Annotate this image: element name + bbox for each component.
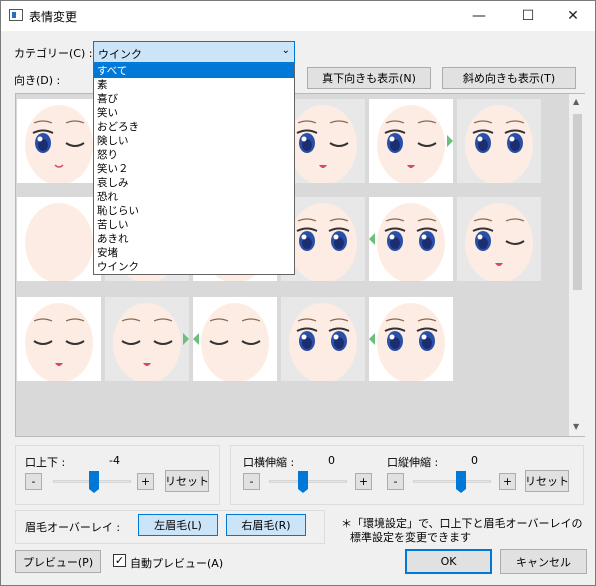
cancel-button[interactable]: キャンセル [500,549,587,574]
face-thumbnail[interactable] [457,99,541,183]
mouth-height-plus-button[interactable]: + [499,473,516,490]
dropdown-option[interactable]: あきれ [94,232,294,246]
face-thumbnail[interactable] [369,197,453,281]
left-brow-button[interactable]: 左眉毛(L) [138,514,218,536]
dropdown-option[interactable]: おどろき [94,120,294,134]
vertical-scrollbar[interactable]: ▲ ▼ [569,94,585,436]
category-selected-value: ウインク [98,48,142,61]
mouth-updown-value: -4 [109,454,120,467]
mouth-width-track [269,480,347,483]
show-down-button[interactable]: 真下向きも表示(N) [307,67,431,89]
mouth-height-reset-button[interactable]: リセット [525,470,569,492]
face-thumbnail[interactable] [17,297,101,381]
dropdown-option[interactable]: 笑い [94,106,294,120]
note-line-2: 標準設定を変更できます [350,531,471,544]
category-label: カテゴリー(C) : [14,47,93,60]
category-dropdown-list: すべて素喜び 笑い おどろき 険しい 怒り 笑い２ 哀しみ 恐れ 恥じらい 苦しい あきれ 安堵 ウイン… [93,63,295,275]
dropdown-option[interactable]: 苦しい [94,218,294,232]
face-thumbnail[interactable] [457,197,541,281]
mouth-updown-label: 口上下 : [25,456,66,469]
scroll-thumb[interactable] [573,114,582,290]
face-thumbnail[interactable] [369,99,453,183]
mouth-updown-minus-button[interactable]: - [25,473,42,490]
mouth-height-value: 0 [471,454,478,467]
app-icon [9,9,23,21]
brow-overlay-label: 眉毛オーバーレイ : [25,521,121,534]
close-icon[interactable]: ✕ [550,1,596,31]
show-diagonal-button[interactable]: 斜め向きも表示(T) [442,67,576,89]
auto-preview-checkbox[interactable]: ✓ [113,554,126,567]
auto-preview-label: 自動プレビュー(A) [130,557,224,570]
maximize-icon[interactable]: ☐ [505,1,551,31]
mouth-width-plus-button[interactable]: + [355,473,372,490]
mouth-height-slider[interactable] [456,471,466,493]
scroll-up-icon[interactable]: ▲ [573,97,579,106]
mouth-updown-slider[interactable] [89,471,99,493]
mouth-width-value: 0 [328,454,335,467]
mouth-updown-plus-button[interactable]: + [137,473,154,490]
dropdown-option[interactable]: 笑い２ [94,162,294,176]
scroll-down-icon[interactable]: ▼ [573,422,579,431]
dropdown-option[interactable]: 恐れ [94,190,294,204]
dropdown-option[interactable]: 哀しみ [94,176,294,190]
dropdown-option[interactable]: 安堵 [94,246,294,260]
dialog-window: 表情変更 — ☐ ✕ カテゴリー(C) : ウインク ⌄ 向き(D) : 真下向… [0,0,596,586]
minimize-icon[interactable]: — [456,1,502,31]
face-thumbnail[interactable] [105,297,189,381]
dropdown-option[interactable]: 素 [94,78,294,92]
dropdown-option[interactable]: 怒り [94,148,294,162]
direction-label: 向き(D) : [14,74,61,87]
dropdown-option[interactable]: すべて [94,64,294,78]
right-brow-button[interactable]: 右眉毛(R) [226,514,306,536]
dropdown-option[interactable]: 喜び [94,92,294,106]
mouth-height-track [413,480,491,483]
title-bar: 表情変更 — ☐ ✕ [1,1,595,31]
mouth-height-label: 口縦伸縮 : [387,456,439,469]
face-thumbnail[interactable] [193,297,277,381]
mouth-width-slider[interactable] [298,471,308,493]
dropdown-option[interactable]: ウインク [94,260,294,274]
face-thumbnail[interactable] [281,297,365,381]
dropdown-option[interactable]: 険しい [94,134,294,148]
category-combobox[interactable]: ウインク ⌄ [93,41,295,63]
preview-button[interactable]: プレビュー(P) [15,550,101,573]
ok-button[interactable]: OK [405,549,492,574]
dropdown-option[interactable]: 恥じらい [94,204,294,218]
mouth-updown-reset-button[interactable]: リセット [165,470,209,492]
mouth-width-minus-button[interactable]: - [243,473,260,490]
mouth-width-label: 口横伸縮 : [243,456,295,469]
face-thumbnail[interactable] [17,99,101,183]
window-title: 表情変更 [29,10,78,24]
face-thumbnail[interactable] [369,297,453,381]
face-thumbnail[interactable] [17,197,101,281]
chevron-down-icon: ⌄ [281,45,290,56]
mouth-height-minus-button[interactable]: - [387,473,404,490]
